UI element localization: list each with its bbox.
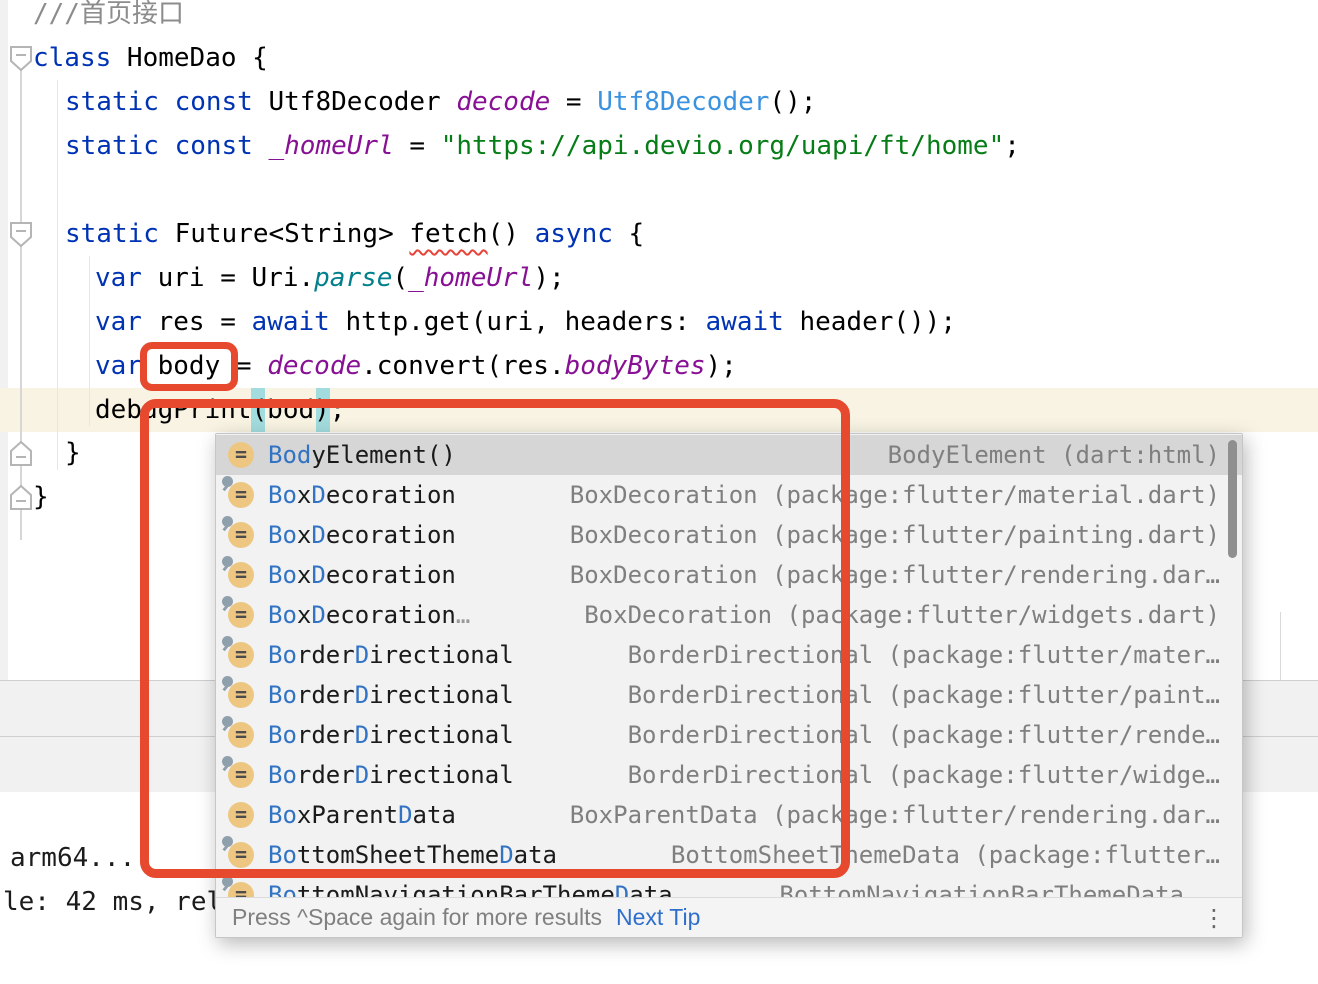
class-icon [222,876,254,898]
code-token: = [393,131,441,161]
code-token: = [550,87,598,117]
popup-footer: Press ^Space again for more results Next… [216,897,1242,937]
code-token: static const [65,87,253,117]
code-token: } [33,482,49,512]
completion-name-segment: D [614,881,630,898]
annotation-box-body [140,342,238,391]
code-line: static Future<String> fetch() async { [65,212,644,256]
popup-scrollbar[interactable] [1228,440,1237,558]
fold-marker-down[interactable] [9,221,33,249]
ide-window: ///首页接口 class HomeDao {static const Utf8D… [0,0,1318,984]
code-token: async [534,219,613,249]
completion-name-segment: ata [629,881,673,898]
completion-item[interactable]: BottomNavigationBarThemeDataBottomNaviga… [216,875,1242,898]
code-token: await [705,307,784,337]
code-token: () [487,219,535,249]
console-line: le: 42 ms, rel [3,887,223,917]
completion-tail: BodyElement (dart:html) [887,441,1220,469]
code-line: static const Utf8Decoder decode = Utf8De… [65,80,816,124]
code-token: static const [65,131,253,161]
code-token: uri = Uri. [141,263,315,293]
indent-guide [89,256,90,426]
code-line: } [65,431,81,475]
code-token: bodyBytes [564,351,706,381]
code-token: ///首页接口 [33,0,184,29]
code-token: ; [1004,131,1020,161]
code-token: header()); [783,307,956,337]
code-token: class [33,43,112,73]
code-token: ); [705,351,737,381]
code-line: ///首页接口 [33,0,184,36]
code-token: "https://api.devio.org/uapi/ft/home" [440,131,1005,161]
code-token: parse [314,263,393,293]
code-line: var res = await http.get(uri, headers: a… [95,300,956,344]
code-token: Utf8Decoder [252,87,457,117]
editor-gutter [0,0,8,680]
code-token: .convert(res. [361,351,565,381]
code-token: await [251,307,330,337]
completion-name-segment: Bo [268,881,297,898]
code-token: var [95,263,142,293]
code-line: class HomeDao { [33,36,268,80]
code-token: fetch [409,219,488,249]
fold-marker-up[interactable] [9,484,33,512]
code-line: } [33,475,49,519]
completion-name: BottomNavigationBarThemeData [268,881,673,898]
code-token: ( [392,263,409,293]
indent-guide [57,80,58,470]
console-line: arm64... [10,843,136,873]
code-token: _homeUrl [268,131,394,161]
code-line: var uri = Uri.parse(_homeUrl); [95,256,565,300]
completion-tail: BottomNavigationBarThemeData [779,881,1184,898]
code-token: _homeUrl [408,263,534,293]
code-token: http.get(uri, headers: [329,307,706,337]
code-token: decode [456,87,551,117]
code-token: Utf8Decoder [597,87,770,117]
code-token: { [612,219,645,249]
fold-marker-down[interactable] [9,45,33,73]
code-token: var [95,307,142,337]
more-options-icon[interactable]: ⋮ [1202,906,1226,930]
next-tip-link[interactable]: Next Tip [616,904,700,931]
code-token: } [65,438,81,468]
code-line: static const _homeUrl = "https://api.dev… [65,124,1020,168]
code-token: decode [267,351,362,381]
code-token: static [65,219,159,249]
completion-name-segment: ttomNavigationBarTheme [296,881,615,898]
popup-hint-text: Press ^Space again for more results [232,904,603,930]
code-token: (); [769,87,817,117]
code-token: ); [533,263,565,293]
annotation-box-popup [140,399,850,878]
fold-marker-up[interactable] [9,440,33,468]
code-token: HomeDao { [111,43,268,73]
editor-scrollbar-divider [1280,612,1281,680]
code-token: Future<String> [158,219,410,249]
code-token: res = [141,307,252,337]
code-token: var [95,351,142,381]
